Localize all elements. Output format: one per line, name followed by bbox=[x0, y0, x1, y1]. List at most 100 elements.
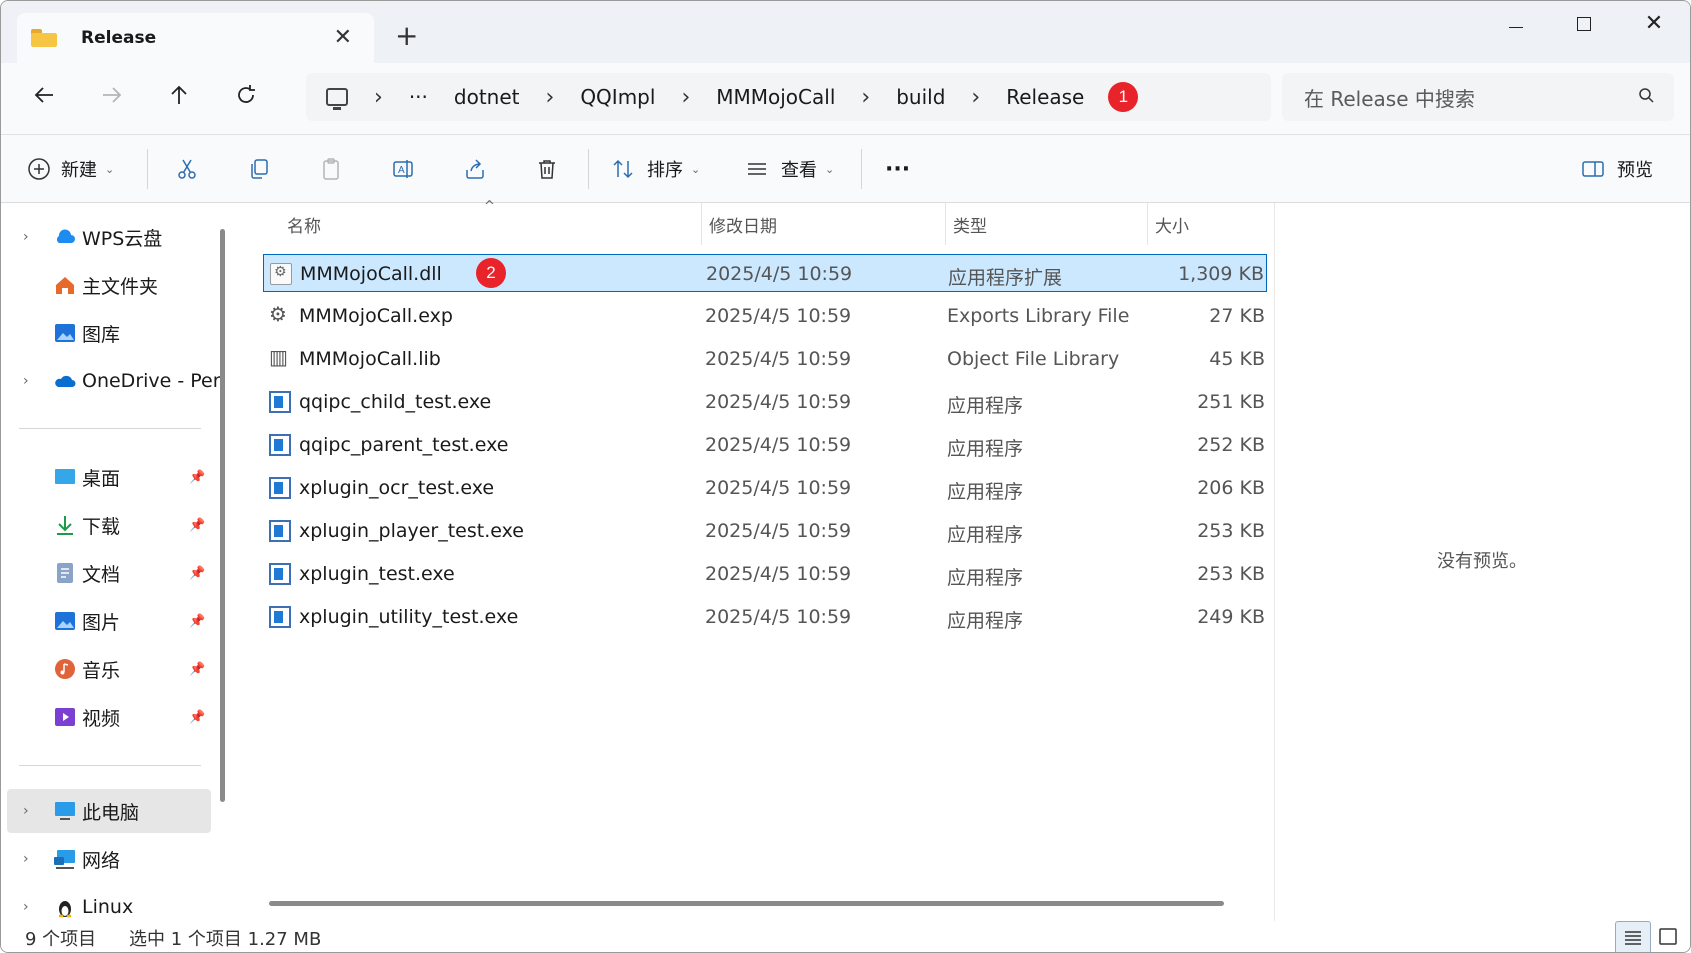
minimize-button[interactable] bbox=[1493, 9, 1539, 39]
sidebar-item-home[interactable]: 主文件夹 bbox=[1, 263, 211, 307]
forward-button[interactable] bbox=[95, 83, 129, 113]
this-pc-icon bbox=[326, 88, 348, 110]
scissors-icon bbox=[178, 159, 196, 179]
tiles-view-icon bbox=[1659, 928, 1677, 945]
sidebar-scrollbar[interactable] bbox=[220, 229, 225, 802]
file-row[interactable]: MMMojoCall.exp 2025/4/5 10:59 Exports Li… bbox=[263, 297, 1267, 335]
sidebar-item-label: 音乐 bbox=[82, 659, 121, 682]
details-view-icon bbox=[1625, 931, 1641, 945]
sidebar-item-label: 视频 bbox=[82, 707, 121, 730]
chevron-right-icon[interactable]: › bbox=[23, 899, 29, 915]
pin-icon[interactable]: 📌 bbox=[189, 566, 205, 581]
tiles-view-button[interactable] bbox=[1651, 921, 1687, 952]
download-icon bbox=[57, 516, 73, 535]
sidebar-item-this-pc[interactable]: › 此电脑 bbox=[7, 789, 211, 833]
delete-button[interactable] bbox=[535, 153, 559, 185]
close-window-button[interactable]: ✕ bbox=[1631, 9, 1677, 39]
maximize-button[interactable] bbox=[1561, 9, 1607, 39]
file-row[interactable]: qqipc_parent_test.exe 2025/4/5 10:59 应用程… bbox=[263, 426, 1267, 464]
pin-icon[interactable]: 📌 bbox=[189, 518, 205, 533]
column-header-name[interactable]: 名称 bbox=[287, 203, 321, 245]
sort-button[interactable]: 排序 ⌄ bbox=[611, 153, 700, 185]
file-type: 应用程序 bbox=[947, 395, 1024, 417]
tab-close-icon[interactable]: ✕ bbox=[334, 25, 352, 50]
share-button[interactable] bbox=[463, 153, 487, 185]
sidebar-item-network[interactable]: › 网络 bbox=[1, 837, 211, 881]
column-divider[interactable] bbox=[1147, 203, 1148, 245]
file-row[interactable]: MMMojoCall.dll 2 2025/4/5 10:59 应用程序扩展 1… bbox=[263, 254, 1267, 292]
file-row[interactable]: xplugin_ocr_test.exe 2025/4/5 10:59 应用程序… bbox=[263, 469, 1267, 507]
back-button[interactable] bbox=[27, 83, 61, 113]
onedrive-icon bbox=[55, 375, 76, 387]
lib-file-icon bbox=[269, 345, 291, 370]
column-header-date[interactable]: 修改日期 bbox=[709, 203, 777, 245]
chevron-right-icon[interactable]: › bbox=[23, 803, 29, 819]
column-divider[interactable] bbox=[945, 203, 946, 245]
view-button[interactable]: 查看 ⌄ bbox=[745, 153, 834, 185]
file-row[interactable]: MMMojoCall.lib 2025/4/5 10:59 Object Fil… bbox=[263, 340, 1267, 378]
search-box[interactable]: 在 Release 中搜索 bbox=[1282, 73, 1674, 121]
breadcrumb-mmmojocall[interactable]: MMMojoCall bbox=[716, 85, 835, 109]
file-row[interactable]: xplugin_utility_test.exe 2025/4/5 10:59 … bbox=[263, 598, 1267, 636]
sidebar-item-documents[interactable]: 文档 📌 bbox=[1, 551, 211, 595]
chevron-right-icon[interactable]: › bbox=[23, 373, 29, 389]
breadcrumb-overflow[interactable]: ··· bbox=[409, 85, 428, 109]
copy-button[interactable] bbox=[247, 153, 271, 185]
cut-button[interactable] bbox=[175, 153, 199, 185]
view-list-icon bbox=[748, 163, 766, 175]
sort-label: 排序 bbox=[647, 160, 683, 181]
up-button[interactable] bbox=[162, 83, 196, 113]
file-type: 应用程序 bbox=[947, 524, 1024, 546]
sidebar-item-wps-cloud[interactable]: › WPS云盘 bbox=[1, 215, 211, 259]
chevron-right-icon[interactable]: › bbox=[546, 85, 555, 110]
sidebar-item-downloads[interactable]: 下载 📌 bbox=[1, 503, 211, 547]
sidebar-item-gallery[interactable]: 图库 bbox=[1, 311, 211, 355]
chevron-right-icon[interactable]: › bbox=[23, 229, 29, 245]
navigation-pane: › WPS云盘 主文件夹 图库 › OneDrive - Per 桌面 📌 下载… bbox=[1, 203, 227, 921]
column-header-type[interactable]: 类型 bbox=[953, 203, 987, 245]
breadcrumb-dotnet[interactable]: dotnet bbox=[454, 85, 520, 109]
new-button[interactable]: 新建 ⌄ bbox=[27, 153, 114, 185]
pin-icon[interactable]: 📌 bbox=[189, 710, 205, 725]
column-divider[interactable] bbox=[701, 203, 702, 245]
chevron-right-icon[interactable]: › bbox=[861, 85, 870, 110]
tab-release[interactable]: Release ✕ bbox=[17, 13, 374, 63]
sidebar-item-label: 桌面 bbox=[82, 467, 121, 490]
file-row[interactable]: qqipc_child_test.exe 2025/4/5 10:59 应用程序… bbox=[263, 383, 1267, 421]
file-type: Object File Library bbox=[947, 348, 1120, 370]
sidebar-item-videos[interactable]: 视频 📌 bbox=[1, 695, 211, 739]
sidebar-item-pictures[interactable]: 图片 📌 bbox=[1, 599, 211, 643]
file-date: 2025/4/5 10:59 bbox=[705, 606, 852, 628]
refresh-button[interactable] bbox=[229, 83, 263, 113]
file-name: MMMojoCall.lib bbox=[299, 348, 441, 370]
sidebar-item-onedrive[interactable]: › OneDrive - Per bbox=[1, 359, 221, 403]
pin-icon[interactable]: 📌 bbox=[189, 470, 205, 485]
file-row[interactable]: xplugin_player_test.exe 2025/4/5 10:59 应… bbox=[263, 512, 1267, 550]
pin-icon[interactable]: 📌 bbox=[189, 614, 205, 629]
sidebar-item-desktop[interactable]: 桌面 📌 bbox=[1, 455, 211, 499]
chevron-right-icon[interactable]: › bbox=[971, 85, 980, 110]
sidebar-item-music[interactable]: 音乐 📌 bbox=[1, 647, 211, 691]
file-list-scrollbar[interactable] bbox=[269, 901, 1224, 906]
file-size: 45 KB bbox=[1209, 348, 1265, 370]
preview-pane-button[interactable]: 预览 bbox=[1581, 153, 1653, 185]
sidebar-item-label: 主文件夹 bbox=[82, 275, 159, 298]
new-tab-button[interactable]: + bbox=[395, 19, 418, 52]
rename-button[interactable]: A bbox=[391, 153, 415, 185]
chevron-right-icon[interactable]: › bbox=[681, 85, 690, 110]
breadcrumb-release[interactable]: Release bbox=[1006, 85, 1084, 109]
pin-icon[interactable]: 📌 bbox=[189, 662, 205, 677]
paste-button[interactable] bbox=[319, 153, 343, 185]
breadcrumb-qqimpl[interactable]: QQImpl bbox=[580, 85, 655, 109]
address-bar[interactable]: › ··· dotnet › QQImpl › MMMojoCall › bui… bbox=[306, 73, 1271, 121]
annotation-badge-2: 2 bbox=[476, 258, 506, 288]
file-row[interactable]: xplugin_test.exe 2025/4/5 10:59 应用程序 253… bbox=[263, 555, 1267, 593]
more-options-button[interactable]: ··· bbox=[885, 153, 910, 185]
file-size: 249 KB bbox=[1197, 606, 1265, 628]
breadcrumb-build[interactable]: build bbox=[896, 85, 945, 109]
chevron-right-icon[interactable]: › bbox=[23, 851, 29, 867]
column-header-size[interactable]: 大小 bbox=[1155, 203, 1189, 245]
file-name: MMMojoCall.dll bbox=[300, 263, 442, 285]
chevron-right-icon[interactable]: › bbox=[374, 85, 383, 110]
details-view-button[interactable] bbox=[1615, 921, 1651, 952]
